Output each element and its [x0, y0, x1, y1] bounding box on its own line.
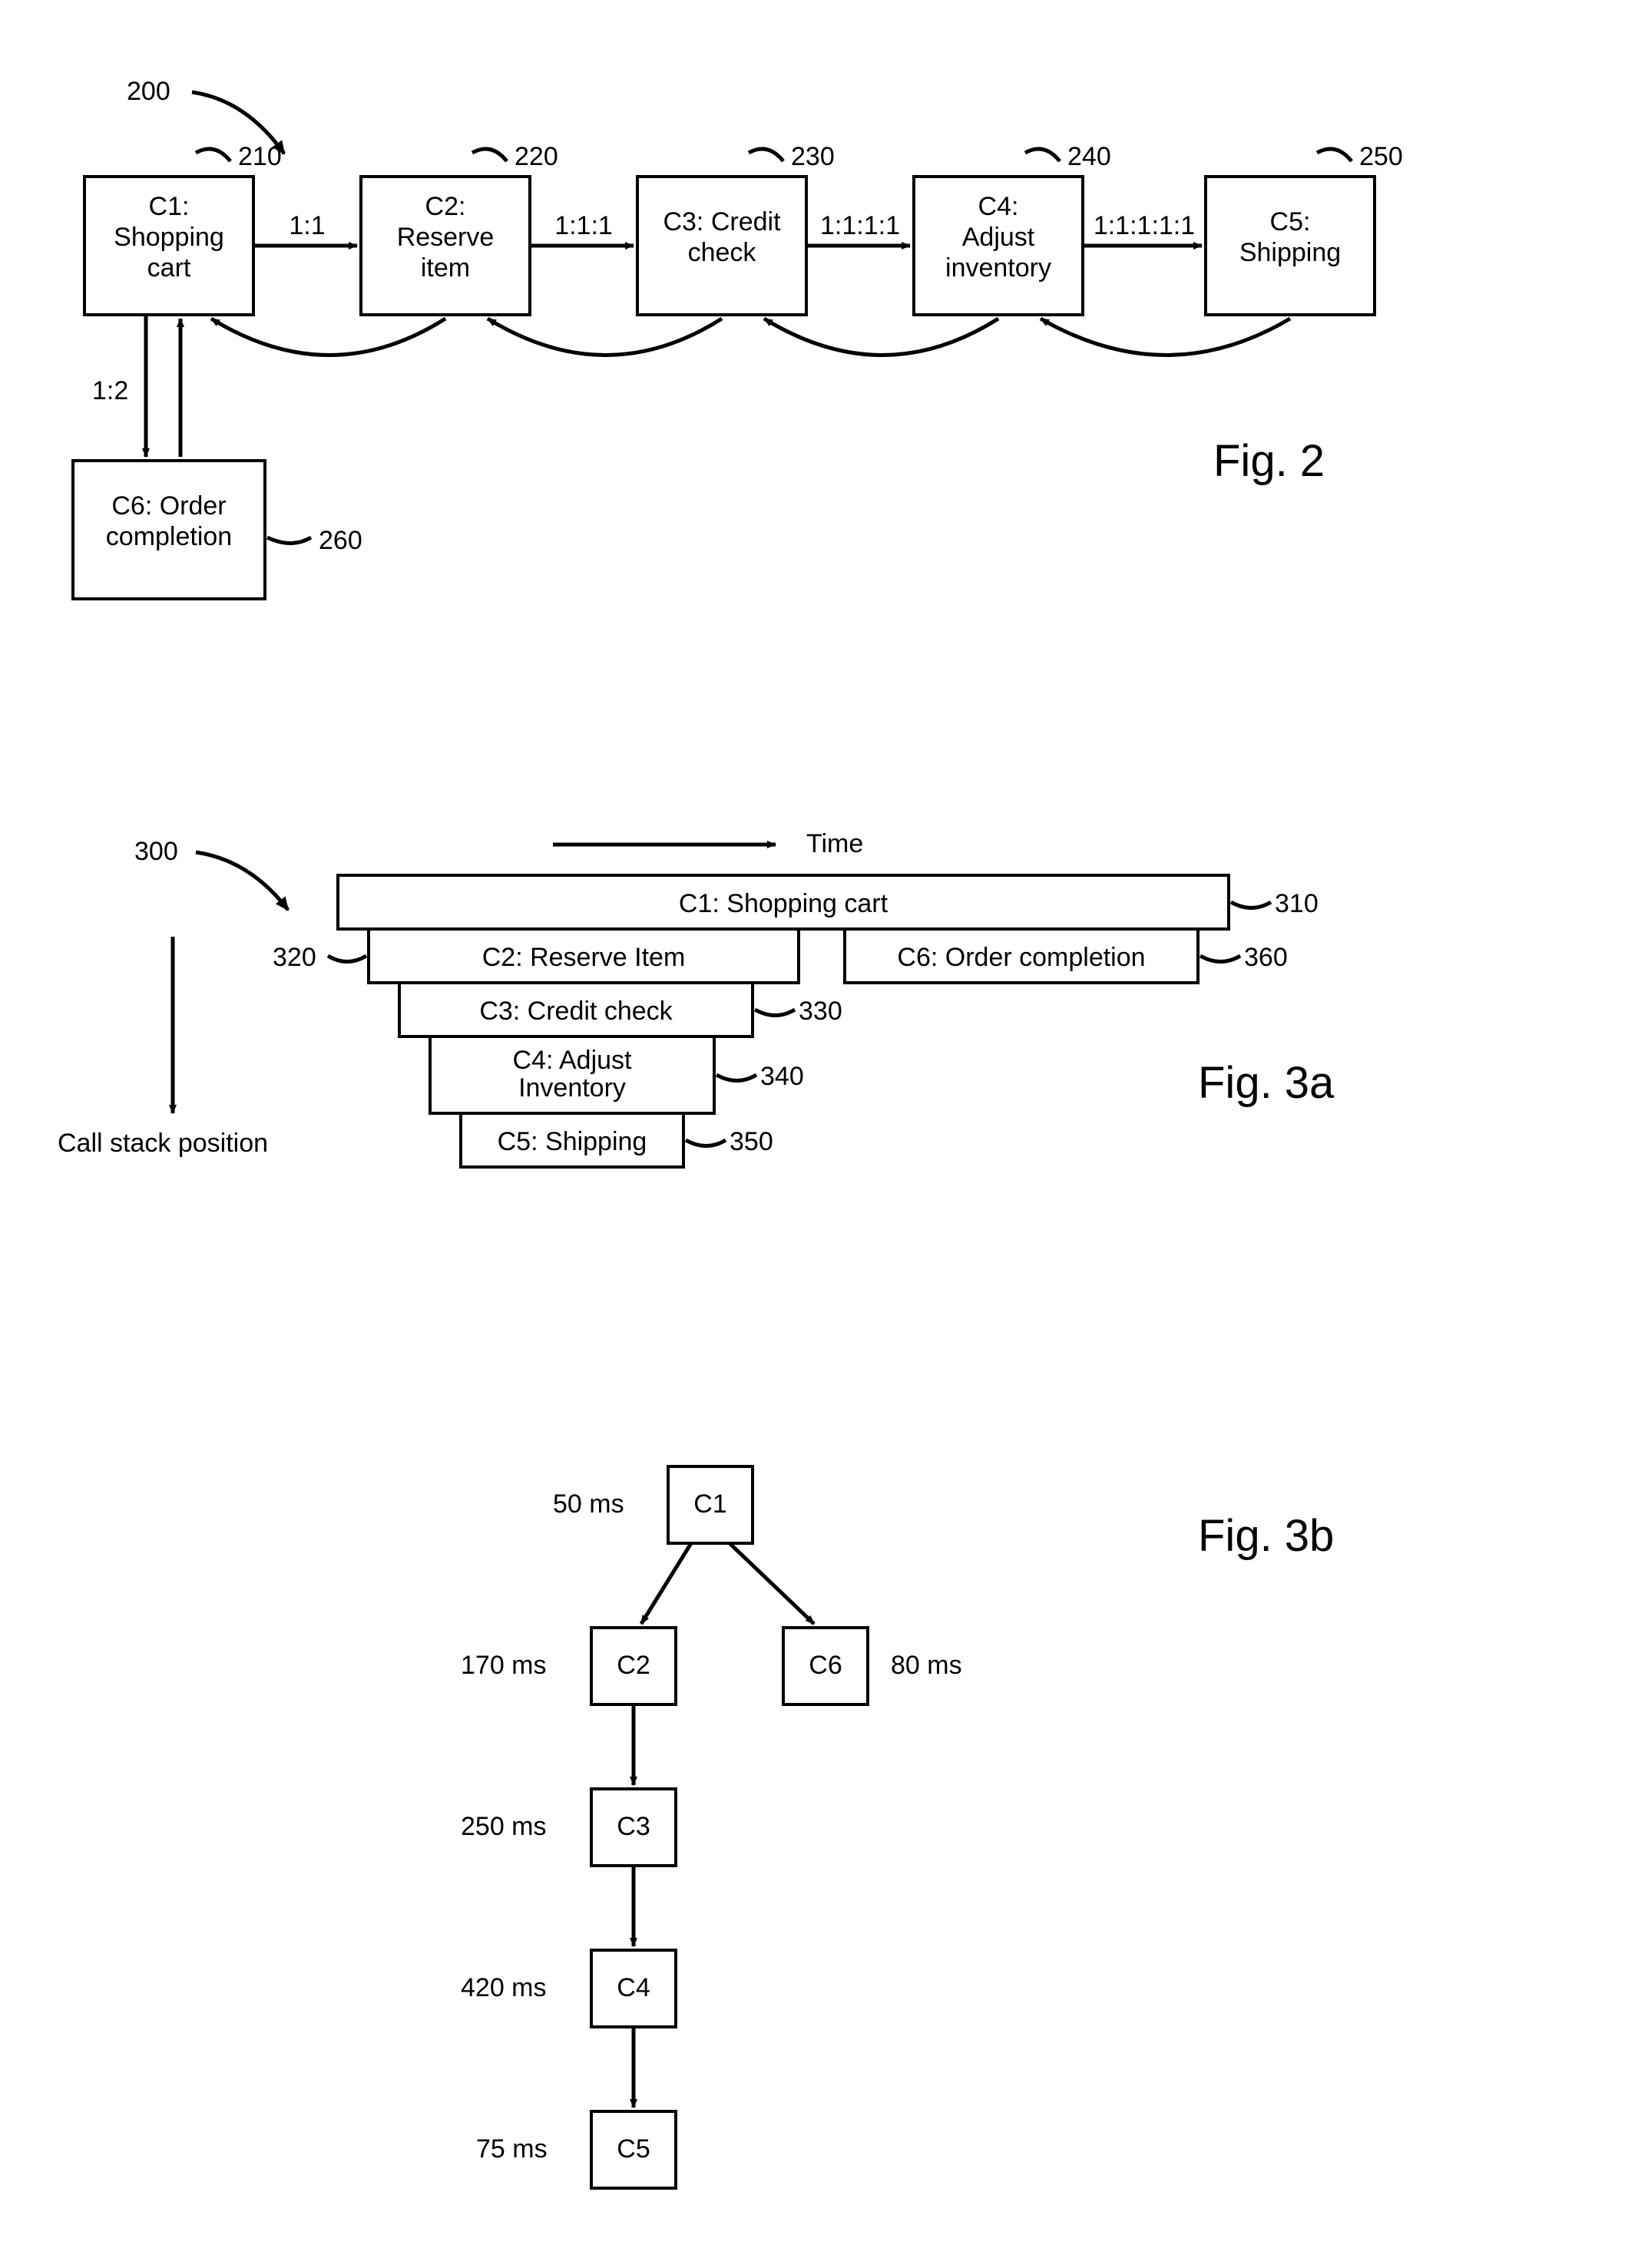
- ref-tick-icon: [472, 149, 507, 161]
- c3-line2: check: [688, 238, 757, 267]
- bar-c5-ref: 350: [730, 1127, 773, 1156]
- c4-line1: C4:: [978, 192, 1019, 221]
- node-c1-time: 50 ms: [553, 1489, 624, 1519]
- node-c4-name: C4: [617, 1973, 650, 2002]
- c5-ref: 250: [1359, 142, 1403, 171]
- node-c5-name: C5: [617, 2134, 650, 2164]
- fig3b-label: Fig. 3b: [1198, 1511, 1334, 1561]
- node-c2-time: 170 ms: [461, 1651, 547, 1680]
- bar-c6-ref: 360: [1244, 943, 1288, 972]
- fig3a-pointer: 300: [134, 837, 178, 866]
- fig2-pointer: 200: [127, 77, 170, 106]
- block-c3: C3: Credit check 230: [637, 142, 835, 315]
- c2-line3: item: [421, 253, 470, 283]
- arrow-c1-c2: [641, 1543, 691, 1624]
- c6-line2: completion: [106, 522, 232, 551]
- block-c4: C4: Adjust inventory 240: [914, 142, 1111, 315]
- ref-tick-icon: [716, 1075, 756, 1081]
- block-c1: C1: Shopping cart 210: [84, 142, 282, 315]
- node-c3-time: 250 ms: [461, 1812, 547, 1841]
- ref-tick-icon: [755, 1010, 795, 1016]
- node-c5-time: 75 ms: [476, 2134, 548, 2164]
- edge-label-34: 1:1:1:1: [820, 211, 900, 240]
- bar-c3-text: C3: Credit check: [479, 997, 673, 1026]
- node-c6-name: C6: [809, 1651, 842, 1680]
- page-canvas: 200 C1: Shopping cart 210 C2: Reserve it…: [0, 0, 1638, 2268]
- block-c6: C6: Order completion 260: [73, 461, 362, 599]
- c6-line1: C6: Order: [111, 491, 226, 521]
- node-c1-name: C1: [693, 1489, 726, 1519]
- fig3a-label: Fig. 3a: [1198, 1058, 1335, 1108]
- stack-axis-label: Call stack position: [58, 1129, 268, 1158]
- c1-line2: Shopping: [114, 223, 224, 252]
- block-c5: C5: Shipping 250: [1206, 142, 1403, 315]
- bar-c6-text: C6: Order completion: [897, 943, 1145, 972]
- ref-tick-icon: [196, 149, 230, 161]
- bar-c4-text1: C4: Adjust: [513, 1046, 633, 1075]
- node-c2-name: C2: [617, 1651, 650, 1680]
- bar-c5-text: C5: Shipping: [498, 1127, 647, 1156]
- c3-line1: C3: Credit: [663, 207, 781, 236]
- fig2-label: Fig. 2: [1213, 436, 1325, 486]
- fig3a: 300 Time Call stack position C1: Shoppin…: [58, 829, 1335, 1167]
- edge-label-16: 1:2: [92, 376, 128, 405]
- ref-tick-icon: [328, 956, 366, 962]
- return-c3-c2: [488, 319, 722, 355]
- c3-ref: 230: [791, 142, 835, 171]
- ref-tick-icon: [1317, 149, 1352, 161]
- block-c2: C2: Reserve item 220: [361, 142, 558, 315]
- c4-line3: inventory: [945, 253, 1051, 283]
- c2-line1: C2:: [425, 192, 466, 221]
- bar-c1-ref: 310: [1275, 889, 1319, 918]
- bar-c2-text: C2: Reserve Item: [482, 943, 686, 972]
- ref-tick-icon: [1025, 149, 1060, 161]
- c4-ref: 240: [1067, 142, 1111, 171]
- fig3b: Fig. 3b C1 50 ms C2 170 ms C6 80 ms C3 2…: [461, 1466, 1334, 2188]
- node-c3-name: C3: [617, 1812, 650, 1841]
- ref-tick-icon: [749, 149, 783, 161]
- node-c4-time: 420 ms: [461, 1973, 547, 2002]
- edge-label-45: 1:1:1:1:1: [1094, 211, 1195, 240]
- bar-c4-ref: 340: [760, 1062, 804, 1091]
- pointer-arrow-icon: [196, 852, 288, 910]
- c2-line2: Reserve: [397, 223, 495, 252]
- c5-line1: C5:: [1270, 207, 1311, 236]
- bar-c1-text: C1: Shopping cart: [679, 889, 888, 918]
- node-c6-time: 80 ms: [891, 1651, 962, 1680]
- c5-line2: Shipping: [1239, 238, 1341, 267]
- bar-c3-ref: 330: [799, 997, 842, 1026]
- arrow-c1-c6: [730, 1543, 814, 1624]
- c1-line3: cart: [147, 253, 191, 283]
- edge-label-23: 1:1:1: [554, 211, 613, 240]
- return-c5-c4: [1041, 319, 1290, 355]
- ref-tick-icon: [267, 537, 311, 544]
- time-axis-label: Time: [806, 829, 863, 858]
- return-c2-c1: [211, 319, 445, 355]
- c6-ref: 260: [319, 526, 362, 555]
- ref-tick-icon: [1200, 956, 1240, 962]
- c1-ref: 210: [238, 142, 282, 171]
- c4-line2: Adjust: [962, 223, 1035, 252]
- bar-c2-ref: 320: [273, 943, 316, 972]
- return-c4-c3: [764, 319, 998, 355]
- ref-tick-icon: [1231, 902, 1271, 908]
- c1-line1: C1:: [149, 192, 190, 221]
- edge-label-12: 1:1: [289, 211, 325, 240]
- fig2: 200 C1: Shopping cart 210 C2: Reserve it…: [73, 77, 1403, 599]
- c2-ref: 220: [515, 142, 558, 171]
- ref-tick-icon: [686, 1140, 726, 1146]
- bar-c4-text2: Inventory: [518, 1073, 626, 1103]
